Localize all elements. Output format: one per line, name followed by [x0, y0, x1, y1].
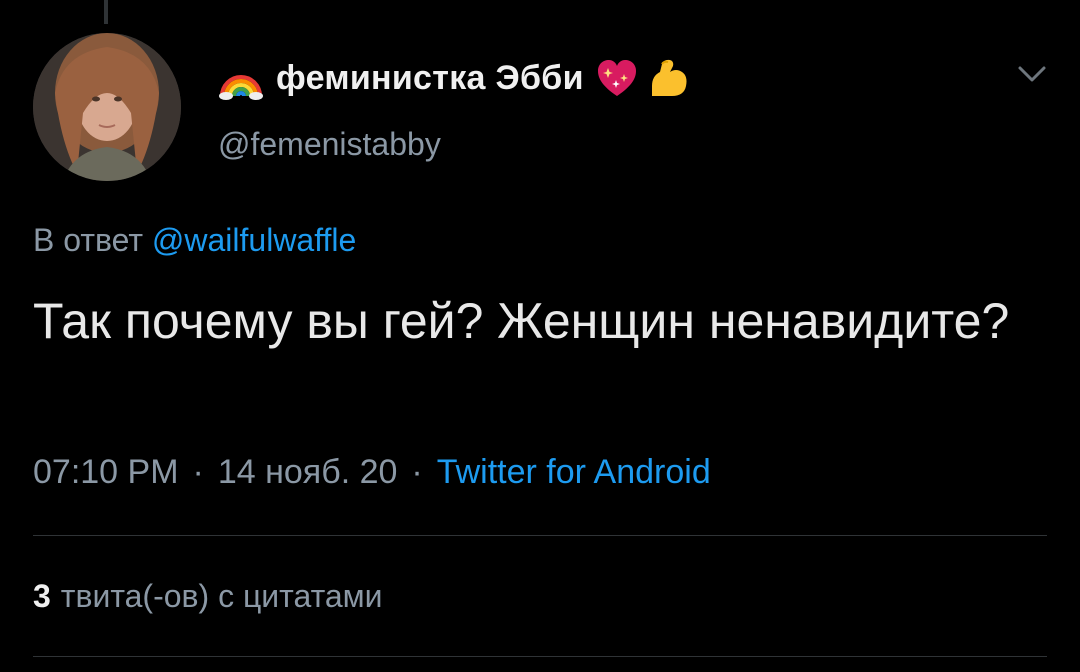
- chevron-down-icon[interactable]: [1016, 62, 1048, 86]
- thread-connector-line: [104, 0, 108, 24]
- author-name-row[interactable]: феминистка Эбби: [218, 52, 692, 104]
- avatar[interactable]: [33, 33, 181, 181]
- tweet-source-link[interactable]: Twitter for Android: [437, 453, 711, 491]
- meta-separator: ·: [192, 453, 204, 491]
- reply-mention-link[interactable]: @wailfulwaffle: [152, 222, 356, 258]
- divider: [33, 656, 1047, 657]
- quote-count: 3: [33, 578, 51, 614]
- reply-prefix: В ответ: [33, 222, 144, 258]
- author-handle[interactable]: @femenistabby: [218, 126, 441, 163]
- sparkling-heart-icon: [594, 56, 640, 100]
- tweet-meta: 07:10 PM · 14 нояб. 20 · Twitter for Android: [33, 453, 711, 492]
- avatar-image: [33, 33, 181, 181]
- meta-separator: ·: [411, 453, 423, 491]
- author-display-name[interactable]: феминистка Эбби: [276, 59, 584, 98]
- quote-label: твита(-ов) с цитатами: [60, 578, 383, 614]
- reply-context: В ответ @wailfulwaffle: [33, 222, 356, 259]
- rainbow-icon: [218, 56, 264, 100]
- flexed-biceps-icon: [646, 56, 692, 100]
- quote-tweets-link[interactable]: 3 твита(-ов) с цитатами: [33, 578, 383, 615]
- divider: [33, 535, 1047, 536]
- tweet-time: 07:10 PM: [33, 453, 179, 491]
- tweet-date: 14 нояб. 20: [217, 453, 398, 491]
- tweet-text: Так почему вы гей? Женщин ненавидите?: [33, 293, 1010, 349]
